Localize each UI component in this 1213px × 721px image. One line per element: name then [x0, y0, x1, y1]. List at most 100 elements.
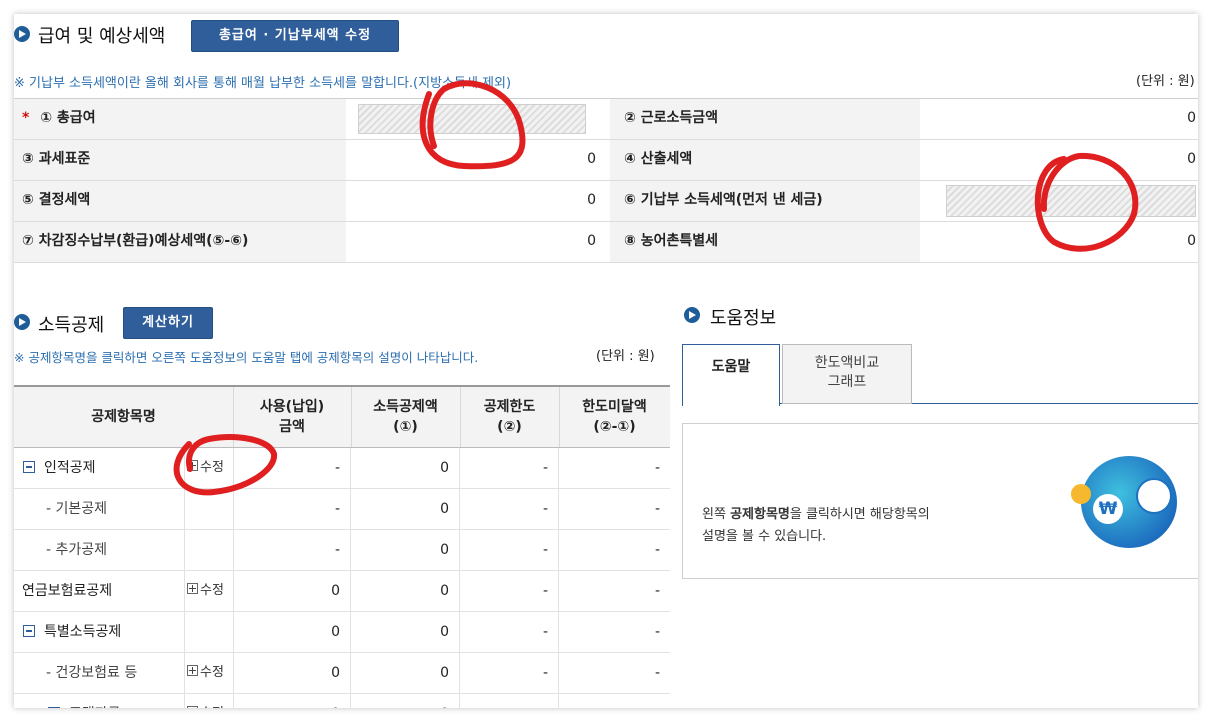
- summary-label: ④ 산출세액: [610, 140, 920, 180]
- plus-icon: [187, 583, 198, 594]
- row-name[interactable]: - 건강보험료 등: [46, 653, 137, 693]
- row-name-cell: 특별소득공제: [14, 612, 185, 652]
- row-name-cell: - 추가공제: [14, 530, 185, 570]
- col-under: 한도미달액 (②-①): [559, 387, 670, 447]
- table-row: - 기본공제 - 0 - -: [14, 489, 670, 530]
- col-used-line1: 사용(납입): [259, 399, 325, 415]
- total-salary-input[interactable]: [358, 104, 586, 134]
- row-name[interactable]: 연금보험료공제: [22, 571, 112, 611]
- summary-label: ⑦ 차감징수납부(환급)예상세액(⑤-⑥): [14, 222, 346, 262]
- won-symbol: ₩: [1093, 494, 1123, 524]
- limit-cell: -: [460, 448, 559, 488]
- row-name-cell: 연금보험료공제: [14, 571, 185, 611]
- col-limit-line1: 공제한도: [483, 399, 536, 415]
- row-name[interactable]: - 기본공제: [46, 489, 107, 529]
- summary-row: * ① 총급여 ② 근로소득금액 0: [14, 99, 1198, 140]
- table-row: 인적공제 수정 - 0 - -: [14, 448, 670, 489]
- edit-cell: 수정: [184, 694, 234, 708]
- edit-cell: [184, 612, 234, 652]
- calculate-button[interactable]: 계산하기: [123, 307, 213, 339]
- under-cell: -: [654, 583, 660, 599]
- total-salary-label: ① 총급여: [40, 110, 96, 126]
- edit-salary-button[interactable]: 총급여 · 기납부세액 수정: [191, 20, 399, 52]
- prepaid-tax-input[interactable]: [946, 185, 1196, 217]
- unit-label: (단위 : 원): [596, 349, 655, 364]
- used-cell: -: [233, 530, 351, 570]
- amount-cell: 0: [351, 653, 460, 693]
- used-cell: 0: [233, 694, 351, 708]
- edit-link[interactable]: 수정: [187, 653, 224, 693]
- amount-cell: 0: [351, 530, 460, 570]
- col-item: 공제항목명: [14, 387, 234, 447]
- col-amount-line2: (①): [393, 419, 418, 435]
- summary-value: 0: [920, 140, 1198, 180]
- used-cell: -: [233, 489, 351, 529]
- section-arrow-icon: [14, 26, 30, 42]
- row-name[interactable]: - 추가공제: [46, 530, 107, 570]
- deduction-note: ※ 공제항목명을 클릭하면 오른쪽 도움정보의 도움말 탭에 공제항목의 설명이…: [14, 350, 479, 365]
- unit-label: (단위 : 원): [1136, 74, 1195, 89]
- amount-cell: 0: [351, 571, 460, 611]
- summary-value: 0: [346, 222, 608, 262]
- help-content-box: 왼쪽 공제항목명을 클릭하시면 해당항목의 설명을 볼 수 있습니다. ₩: [682, 423, 1198, 579]
- row-name-cell: - 기본공제: [14, 489, 185, 529]
- total-salary-value: [346, 99, 608, 139]
- plus-icon: [187, 665, 198, 676]
- summary-label: ② 근로소득금액: [610, 99, 920, 139]
- under-cell: -: [654, 665, 660, 681]
- deduction-table: 공제항목명 사용(납입) 금액 소득공제액 (①) 공제한도 (②) 한도미달액…: [14, 385, 670, 708]
- amount-cell: 0: [351, 489, 460, 529]
- collapse-icon[interactable]: [48, 707, 60, 708]
- tab-limit-graph-line1: 한도액비교: [814, 355, 880, 371]
- table-row: 연금보험료공제 수정 0 0 - -: [14, 571, 670, 612]
- summary-label: * ① 총급여: [14, 99, 346, 139]
- col-amount-line1: 소득공제액: [373, 399, 438, 415]
- edit-cell: [184, 489, 234, 529]
- edit-link[interactable]: 수정: [187, 448, 224, 488]
- plus-icon: [187, 460, 198, 471]
- tax-summary-table: * ① 총급여 ② 근로소득금액 0 ③ 과세표준 0 ④ 산출세액 0 ⑤ 결…: [14, 98, 1198, 263]
- under-cell: -: [559, 694, 670, 708]
- row-name-cell: - 건강보험료 등: [14, 653, 185, 693]
- edit-link[interactable]: 수정: [187, 694, 224, 708]
- tab-help[interactable]: 도움말: [682, 344, 780, 406]
- mascot-icon: ₩: [1068, 456, 1178, 552]
- section-title-deduction: 소득공제: [38, 315, 105, 336]
- used-cell: 0: [233, 571, 351, 611]
- tab-limit-graph-line2: 그래프: [827, 374, 867, 390]
- edit-label: 수정: [200, 460, 224, 475]
- under-cell: -: [654, 624, 660, 640]
- help-text-line2: 설명을 볼 수 있습니다.: [702, 529, 827, 544]
- limit-cell: -: [460, 571, 559, 611]
- col-under-line2: (②-①): [593, 419, 636, 435]
- edit-cell: 수정: [184, 571, 234, 611]
- col-limit: 공제한도 (②): [460, 387, 560, 447]
- edit-cell: 수정: [184, 448, 234, 488]
- help-text-bold: 공제항목명: [730, 507, 790, 522]
- summary-row: ⑦ 차감징수납부(환급)예상세액(⑤-⑥) 0 ⑧ 농어촌특별세 0: [14, 222, 1198, 263]
- row-name[interactable]: 주택자금: [69, 694, 121, 708]
- edit-cell: [184, 530, 234, 570]
- summary-row: ⑤ 결정세액 0 ⑥ 기납부 소득세액(먼저 낸 세금): [14, 181, 1198, 222]
- edit-cell: 수정: [184, 653, 234, 693]
- under-cell: -: [654, 460, 660, 476]
- summary-value: 0: [346, 181, 608, 221]
- help-title: 도움정보: [710, 308, 777, 329]
- amount-cell: 0: [351, 694, 460, 708]
- row-name[interactable]: 인적공제: [44, 448, 96, 488]
- withholding-note: ※ 기납부 소득세액이란 올해 회사를 통해 매월 납부한 소득세를 말합니다.…: [14, 76, 512, 91]
- collapse-icon[interactable]: [23, 461, 35, 473]
- edit-label: 수정: [200, 665, 224, 680]
- col-under-line1: 한도미달액: [582, 399, 647, 415]
- help-text: 왼쪽 공제항목명을 클릭하시면 해당항목의 설명을 볼 수 있습니다.: [702, 504, 930, 548]
- edit-label: 수정: [200, 583, 224, 598]
- collapse-icon[interactable]: [23, 625, 35, 637]
- edit-link[interactable]: 수정: [187, 571, 224, 611]
- help-text-post: 을 클릭하시면 해당항목의: [789, 507, 930, 522]
- row-name-cell: 인적공제: [14, 448, 185, 488]
- used-cell: -: [233, 448, 351, 488]
- section-arrow-icon: [684, 307, 700, 323]
- section-arrow-icon: [14, 314, 30, 330]
- tab-limit-graph[interactable]: 한도액비교 그래프: [782, 344, 912, 404]
- row-name[interactable]: 특별소득공제: [44, 612, 121, 652]
